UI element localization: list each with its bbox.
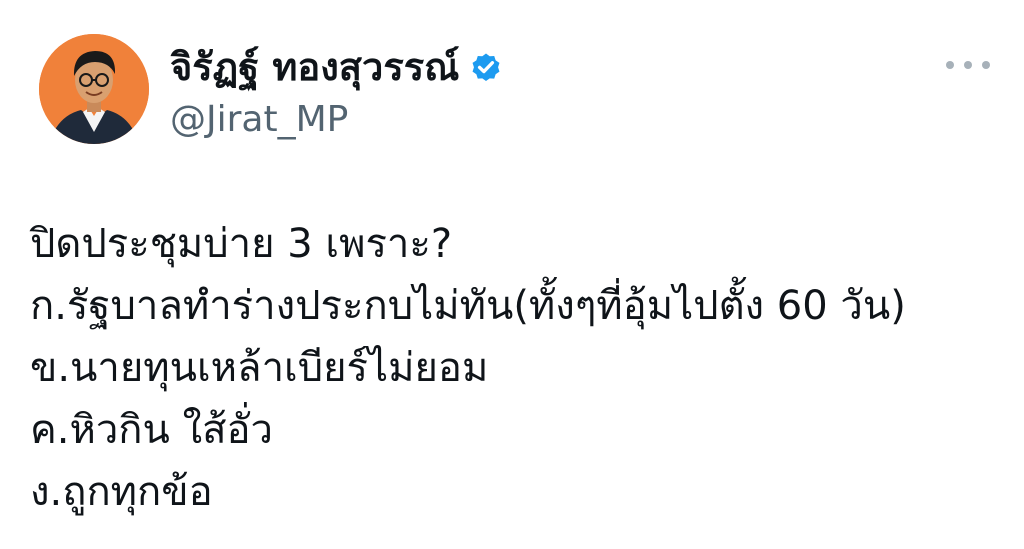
more-horizontal-icon xyxy=(964,61,972,69)
tweet-header: จิรัฏฐ์ ทองสุวรรณ์ @Jirat_MP xyxy=(170,42,503,144)
tweet-card: จิรัฏฐ์ ทองสุวรรณ์ @Jirat_MP ปิดประชุมบ่… xyxy=(0,0,1024,549)
avatar[interactable] xyxy=(39,34,149,144)
more-horizontal-icon xyxy=(946,61,954,69)
tweet-text-line: ง.ถูกทุกข้อ xyxy=(30,469,213,515)
display-name[interactable]: จิรัฏฐ์ ทองสุวรรณ์ xyxy=(170,42,459,92)
more-horizontal-icon xyxy=(982,61,990,69)
tweet-text-line: ปิดประชุมบ่าย 3 เพราะ? xyxy=(30,221,453,267)
tweet-text-line: ก.รัฐบาลทำร่างประกบไม่ทัน(ทั้งๆที่อุ้มไป… xyxy=(30,283,906,329)
name-row: จิรัฏฐ์ ทองสุวรรณ์ xyxy=(170,42,503,92)
profile-photo-icon xyxy=(39,34,149,144)
more-options-button[interactable] xyxy=(946,50,990,80)
tweet-text-line: ข.นายทุนเหล้าเบียร์ไม่ยอม xyxy=(30,345,489,391)
verified-badge-icon xyxy=(469,50,503,84)
tweet-text: ปิดประชุมบ่าย 3 เพราะ? ก.รัฐบาลทำร่างประ… xyxy=(30,213,1000,523)
user-handle[interactable]: @Jirat_MP xyxy=(170,96,503,144)
tweet-text-line: ค.หิวกิน ใส้อั่ว xyxy=(30,407,274,453)
